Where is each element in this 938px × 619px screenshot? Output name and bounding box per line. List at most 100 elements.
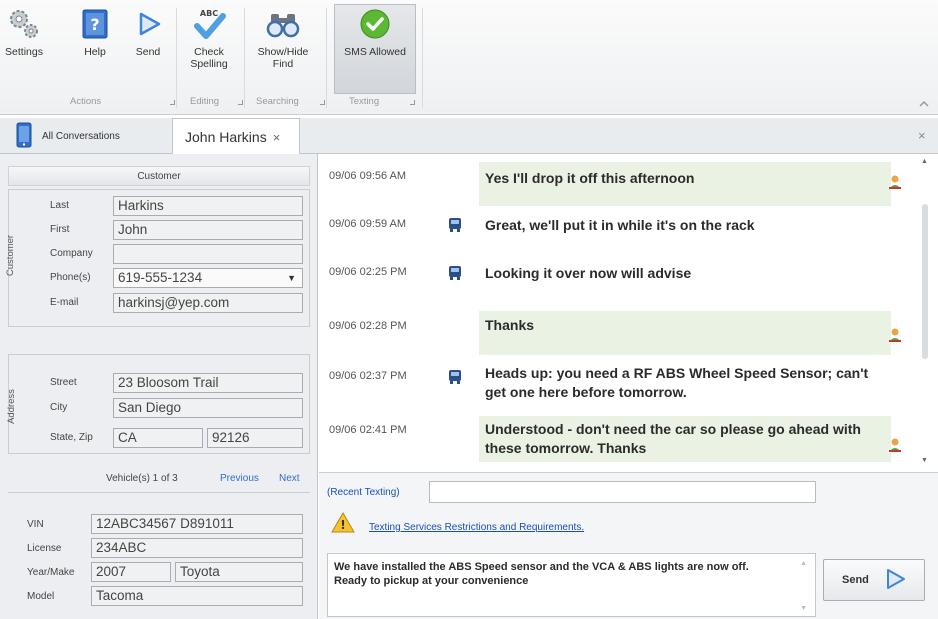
group-label-actions: Actions bbox=[70, 96, 102, 107]
address-side-label: Address bbox=[5, 389, 17, 424]
street-label: Street bbox=[50, 377, 77, 388]
send-ribbon-label: Send bbox=[135, 46, 161, 58]
message-shop: Looking it over now will advise bbox=[479, 264, 891, 283]
svg-text:?: ? bbox=[90, 15, 99, 34]
spellcheck-icon: ABC bbox=[191, 6, 227, 42]
help-button[interactable]: ? Help bbox=[78, 6, 112, 58]
group-label-editing: Editing bbox=[190, 96, 220, 107]
conversation-scrollbar[interactable]: ▲ ▼ bbox=[918, 154, 932, 472]
show-hide-find-label: Show/Hide Find bbox=[257, 46, 309, 70]
restrictions-link[interactable]: Texting Services Restrictions and Requir… bbox=[369, 522, 584, 533]
shop-vehicle-icon bbox=[448, 369, 462, 385]
sms-allowed-label: SMS Allowed bbox=[344, 46, 406, 58]
play-arrow-icon bbox=[130, 6, 166, 42]
message-timestamp: 09/06 02:25 PM bbox=[329, 266, 407, 278]
group-separator bbox=[176, 8, 177, 108]
model-field[interactable]: Tacoma bbox=[91, 586, 303, 606]
green-check-icon bbox=[357, 6, 393, 42]
scroll-down-icon[interactable]: ▼ bbox=[921, 457, 928, 464]
message-timestamp: 09/06 09:56 AM bbox=[329, 170, 407, 182]
year-field[interactable]: 2007 bbox=[91, 562, 171, 582]
tab-all-conversations-label: All Conversations bbox=[42, 130, 120, 142]
textarea-scroll-up-icon[interactable]: ▲ bbox=[800, 560, 807, 567]
message-text: Great, we'll put it in while it's on the… bbox=[485, 217, 755, 233]
tab-john-harkins[interactable]: John Harkins × bbox=[172, 118, 300, 155]
city-field[interactable]: San Diego bbox=[113, 398, 303, 418]
send-ribbon-button[interactable]: Send bbox=[128, 6, 168, 58]
message-draft-textarea[interactable]: We have installed the ABS Speed sensor a… bbox=[327, 553, 816, 617]
zip-field[interactable]: 92126 bbox=[207, 428, 303, 448]
message-timestamp: 09/06 09:59 AM bbox=[329, 218, 407, 230]
editing-launcher[interactable] bbox=[238, 100, 243, 105]
message-customer: Understood - don't need the car so pleas… bbox=[479, 416, 891, 462]
year-make-label: Year/Make bbox=[27, 567, 75, 578]
message-shop: Heads up: you need a RF ABS Wheel Speed … bbox=[479, 364, 891, 402]
close-all-icon[interactable]: × bbox=[918, 128, 926, 143]
previous-vehicle-link[interactable]: Previous bbox=[220, 473, 259, 484]
send-arrow-icon bbox=[883, 567, 907, 594]
tab-all-conversations[interactable]: All Conversations bbox=[16, 118, 166, 154]
customer-header-label: Customer bbox=[137, 170, 181, 182]
message-customer: Thanks bbox=[479, 311, 891, 355]
company-field[interactable] bbox=[113, 244, 303, 264]
message-draft-text: We have installed the ABS Speed sensor a… bbox=[334, 561, 749, 587]
help-book-icon: ? bbox=[77, 6, 113, 42]
message-text: Understood - don't need the car so pleas… bbox=[485, 421, 861, 456]
vehicle-count-label: Vehicle(s) 1 of 3 bbox=[106, 473, 178, 484]
group-separator bbox=[326, 8, 327, 108]
state-field[interactable]: CA bbox=[113, 428, 203, 448]
check-spelling-button[interactable]: ABC Check Spelling bbox=[186, 6, 232, 70]
message-text: Heads up: you need a RF ABS Wheel Speed … bbox=[485, 365, 869, 400]
sms-allowed-button[interactable]: SMS Allowed bbox=[336, 6, 414, 58]
send-button-label: Send bbox=[842, 574, 869, 586]
phone-value: 619-555-1234 bbox=[118, 270, 203, 285]
settings-label: Settings bbox=[5, 46, 43, 58]
vin-label: VIN bbox=[27, 519, 44, 530]
vin-field[interactable]: 12ABC34567 D891011 bbox=[91, 514, 303, 534]
actions-launcher[interactable] bbox=[170, 100, 175, 105]
license-field[interactable]: 234ABC bbox=[91, 538, 303, 558]
conversation-log[interactable]: 09/06 09:56 AM Yes I'll drop it off this… bbox=[319, 154, 938, 472]
group-separator bbox=[244, 8, 245, 108]
customer-side-label: Customer bbox=[5, 234, 17, 277]
gears-icon bbox=[6, 6, 42, 42]
street-field[interactable]: 23 Bloosom Trail bbox=[113, 373, 303, 393]
scroll-up-icon[interactable]: ▲ bbox=[921, 158, 928, 165]
tab-john-harkins-label: John Harkins bbox=[185, 129, 267, 145]
next-vehicle-link[interactable]: Next bbox=[279, 473, 300, 484]
check-spelling-label: Check Spelling bbox=[190, 46, 228, 70]
vehicle-header: Vehicle(s) 1 of 3 Previous Next bbox=[8, 468, 310, 490]
message-timestamp: 09/06 02:41 PM bbox=[329, 424, 407, 436]
phone-device-icon bbox=[16, 122, 32, 151]
email-label: E-mail bbox=[50, 297, 79, 308]
scrollbar-thumb[interactable] bbox=[922, 204, 928, 359]
first-name-field[interactable]: John bbox=[113, 220, 303, 240]
send-button[interactable]: Send bbox=[823, 559, 925, 601]
last-label: Last bbox=[50, 200, 69, 211]
textarea-scroll-down-icon[interactable]: ▼ bbox=[800, 605, 807, 612]
collapse-ribbon-icon[interactable] bbox=[918, 98, 930, 111]
tab-close-icon[interactable]: × bbox=[273, 130, 281, 145]
help-label: Help bbox=[84, 46, 106, 58]
message-shop: Great, we'll put it in while it's on the… bbox=[479, 216, 891, 235]
compose-panel: (Recent Texting) ! Texting Services Rest… bbox=[319, 472, 938, 619]
message-timestamp: 09/06 02:37 PM bbox=[329, 370, 407, 382]
svg-text:ABC: ABC bbox=[200, 9, 218, 18]
customer-section-header: Customer bbox=[8, 166, 310, 186]
show-hide-find-button[interactable]: Show/Hide Find bbox=[254, 6, 312, 70]
city-label: City bbox=[50, 402, 68, 413]
customer-person-icon bbox=[888, 174, 902, 190]
phones-label: Phone(s) bbox=[50, 272, 91, 283]
state-zip-label: State, Zip bbox=[50, 432, 93, 443]
email-field[interactable]: harkinsj@yep.com bbox=[113, 293, 303, 313]
dropdown-arrow-icon[interactable]: ▼ bbox=[287, 269, 296, 287]
texting-launcher[interactable] bbox=[410, 100, 415, 105]
warning-icon: ! bbox=[331, 511, 355, 536]
recent-texting-input[interactable] bbox=[429, 481, 816, 503]
phone-select[interactable]: 619-555-1234 ▼ bbox=[113, 268, 303, 288]
settings-button[interactable]: Settings bbox=[4, 6, 44, 58]
last-name-field[interactable]: Harkins bbox=[113, 196, 303, 216]
searching-launcher[interactable] bbox=[320, 100, 325, 105]
group-label-searching: Searching bbox=[256, 96, 299, 107]
make-field[interactable]: Toyota bbox=[175, 562, 303, 582]
